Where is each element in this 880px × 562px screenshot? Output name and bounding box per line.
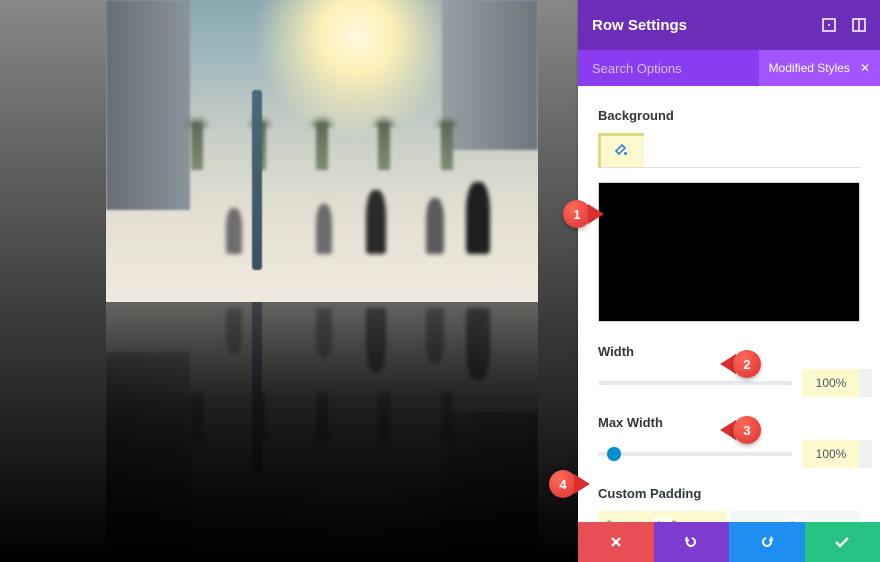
preview-image	[106, 0, 538, 302]
columns-icon[interactable]	[852, 18, 866, 32]
search-options[interactable]: Search Options	[592, 61, 682, 76]
expand-icon[interactable]	[822, 18, 836, 32]
canvas-stage	[0, 0, 578, 562]
redo-button[interactable]	[729, 522, 805, 562]
padding-right-input[interactable]	[796, 511, 861, 522]
panel-content: Background Width 100% Max Width 100% Cus…	[578, 86, 880, 522]
link-icon[interactable]	[654, 517, 672, 522]
width-value[interactable]: 100%	[802, 369, 860, 397]
chip-label: Modified Styles	[769, 61, 850, 75]
panel-title: Row Settings	[592, 17, 687, 34]
confirm-button[interactable]	[805, 522, 880, 562]
undo-button[interactable]	[654, 522, 730, 562]
panel-subheader: Search Options Modified Styles ✕	[578, 50, 880, 86]
custom-padding-label: Custom Padding	[598, 486, 860, 501]
width-slider[interactable]	[598, 381, 792, 385]
background-preview[interactable]	[598, 182, 860, 322]
close-icon[interactable]: ✕	[860, 61, 870, 75]
max-width-label: Max Width	[598, 415, 860, 430]
link-icon[interactable]	[787, 517, 805, 522]
max-width-slider[interactable]	[598, 452, 792, 456]
modified-styles-chip[interactable]: Modified Styles ✕	[759, 50, 880, 86]
background-color-swatch[interactable]	[598, 133, 644, 167]
settings-panel: Row Settings Search Options Modified Sty…	[578, 0, 880, 562]
padding-bottom-input[interactable]: 0px	[663, 511, 728, 522]
cancel-button[interactable]	[578, 522, 654, 562]
panel-footer	[578, 522, 880, 562]
max-width-value[interactable]: 100%	[802, 440, 860, 468]
background-label: Background	[598, 108, 860, 123]
width-label: Width	[598, 344, 860, 359]
panel-header: Row Settings	[578, 0, 880, 50]
